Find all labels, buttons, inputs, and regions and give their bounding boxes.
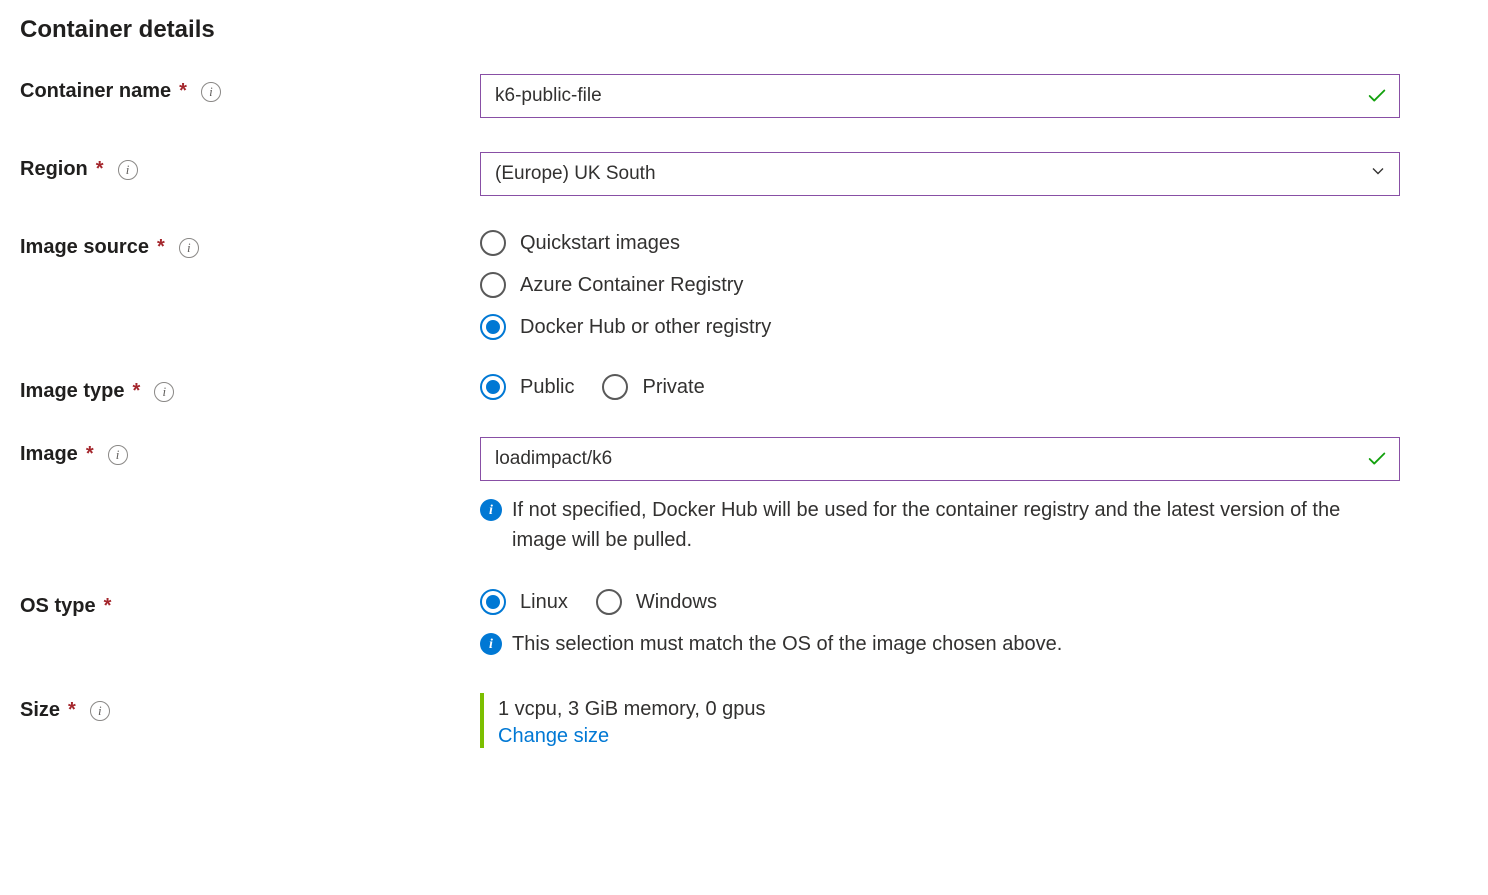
radio-icon [480,374,506,400]
image-source-quickstart-radio[interactable]: Quickstart images [480,230,1400,256]
radio-label: Docker Hub or other registry [520,316,771,339]
radio-label: Linux [520,591,568,614]
info-icon[interactable]: i [90,701,110,721]
radio-label: Windows [636,591,717,614]
radio-icon [596,589,622,615]
info-icon[interactable]: i [118,160,138,180]
radio-icon [480,589,506,615]
required-asterisk: * [104,595,112,618]
container-name-label: Container name * i [20,74,480,103]
required-asterisk: * [132,380,140,403]
required-asterisk: * [179,80,187,103]
section-title: Container details [20,16,1468,44]
os-type-windows-radio[interactable]: Windows [596,589,717,615]
region-dropdown[interactable]: (Europe) UK South [480,152,1400,196]
image-input[interactable] [480,437,1400,481]
image-source-docker-radio[interactable]: Docker Hub or other registry [480,314,1400,340]
image-source-acr-radio[interactable]: Azure Container Registry [480,272,1400,298]
size-value: 1 vcpu, 3 GiB memory, 0 gpus [498,693,1400,725]
os-type-hint: i This selection must match the OS of th… [480,629,1400,659]
radio-icon [480,230,506,256]
radio-label: Quickstart images [520,232,680,255]
radio-icon [480,272,506,298]
os-type-linux-radio[interactable]: Linux [480,589,568,615]
radio-label: Private [642,376,704,399]
radio-label: Public [520,376,574,399]
container-name-input[interactable] [480,74,1400,118]
size-label: Size * i [20,693,480,722]
required-asterisk: * [68,699,76,722]
required-asterisk: * [157,236,165,259]
image-type-public-radio[interactable]: Public [480,374,574,400]
required-asterisk: * [86,443,94,466]
image-hint: i If not specified, Docker Hub will be u… [480,495,1400,555]
os-type-label: OS type * [20,589,480,618]
image-type-private-radio[interactable]: Private [602,374,704,400]
info-badge-icon: i [480,499,502,521]
required-asterisk: * [96,158,104,181]
info-badge-icon: i [480,633,502,655]
info-icon[interactable]: i [179,238,199,258]
radio-label: Azure Container Registry [520,274,743,297]
info-icon[interactable]: i [201,82,221,102]
image-source-label: Image source * i [20,230,480,259]
info-icon[interactable]: i [108,445,128,465]
radio-icon [480,314,506,340]
region-label: Region * i [20,152,480,181]
info-icon[interactable]: i [154,382,174,402]
radio-icon [602,374,628,400]
change-size-link[interactable]: Change size [498,725,609,747]
size-box: 1 vcpu, 3 GiB memory, 0 gpus Change size [480,693,1400,748]
image-type-label: Image type * i [20,374,480,403]
image-label: Image * i [20,437,480,466]
